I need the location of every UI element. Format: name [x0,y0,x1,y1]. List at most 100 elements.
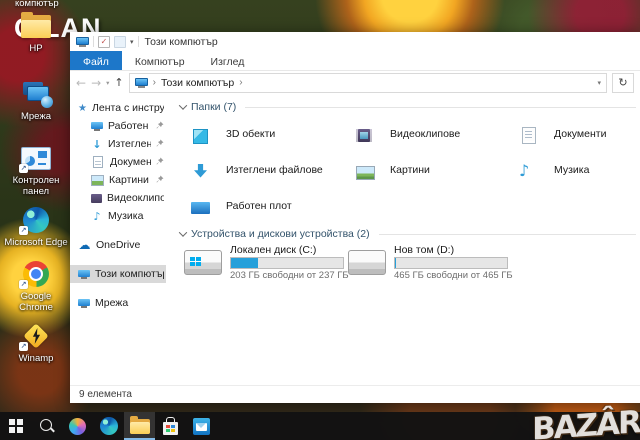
ribbon-tabs: Файл Компютър Изглед [70,51,640,71]
back-button[interactable]: ← [76,77,86,89]
taskbar-edge-button[interactable] [93,412,124,440]
nav-network[interactable]: Мрежа [70,294,166,312]
tab-view[interactable]: Изглед [198,51,258,70]
desktop-icon-control-panel[interactable]: ↗ Контролен панел [3,144,69,198]
forward-button[interactable]: → [91,77,101,89]
edge-icon: ↗ [19,206,52,235]
properties-button[interactable]: ✓ [98,35,110,48]
group-header-folders[interactable]: Папки (7) [178,99,636,115]
taskbar-store-button[interactable] [155,412,186,440]
nav-music[interactable]: ♪ Музика [70,207,166,225]
documents-icon [93,156,103,168]
taskbar-mail-button[interactable] [186,412,217,440]
desktop-icon-winamp[interactable]: ↗ Winamp [3,322,69,364]
desktop-icon-label: Контролен панел [12,175,60,198]
address-dropdown[interactable]: ▾ [597,79,601,87]
nav-quick-access[interactable]: ★ Лента с инструменти [70,99,166,117]
copilot-icon [69,417,86,435]
desktop-icon-label: Winamp [18,353,54,364]
content-pane: Папки (7) 3D обекти Видеоклипове Докумен… [166,94,640,385]
nav-desktop[interactable]: Работен плот [70,117,166,135]
chrome-icon: ↗ [19,260,52,289]
videos-icon [91,193,102,203]
title-bar[interactable]: ✓ ▾ Този компютър [70,32,640,51]
folder-tile-videos[interactable]: Видеоклипове [348,116,512,152]
videos-folder-icon [348,122,381,147]
music-folder-icon: ♪ [519,160,530,180]
folder-tile-3d-objects[interactable]: 3D обекти [184,116,348,152]
pictures-folder-icon [348,158,381,183]
breadcrumb-separator: › [239,77,243,88]
bazar-logo: BAZÂR [532,404,640,440]
nav-downloads[interactable]: ↓ Изтеглени файл [70,135,166,153]
folder-tile-downloads[interactable]: Изтеглени файлове [184,152,348,188]
address-bar[interactable]: › Този компютър › ▾ [128,72,607,93]
nav-videos[interactable]: Видеоклипове [70,189,166,207]
hard-drive-icon [348,249,386,275]
desktop-icon-label: HP [29,43,43,54]
shortcut-arrow-icon: ↗ [19,342,28,351]
control-panel-icon: ↗ [19,144,52,173]
folders-grid: 3D обекти Видеоклипове Документи Изтегле… [184,116,636,224]
drive-tile-c[interactable]: Локален диск (C:) 203 ГБ свободни от 237… [184,244,349,281]
desktop-icon-hp[interactable]: HP [3,11,69,54]
divider [93,36,94,47]
window-title: Този компютър [144,35,218,48]
desktop-icon-label: Мрежа [20,111,51,122]
pictures-icon [91,174,104,186]
shortcut-arrow-icon: ↗ [19,164,28,173]
3d-objects-folder-icon [184,122,217,147]
breadcrumb-this-pc[interactable]: Този компютър [161,77,234,89]
desktop: компютър C.LAN HP Мрежа ↗ Контролен пане… [0,0,640,440]
microsoft-store-icon [163,416,178,435]
explorer-window: ✓ ▾ Този компютър Файл Компютър Изглед ←… [70,32,640,403]
start-button[interactable] [0,412,31,440]
pin-icon [156,120,164,132]
chevron-down-icon [178,101,188,110]
folder-tile-desktop[interactable]: Работен плот [184,188,348,224]
divider [137,36,139,47]
folder-tile-pictures[interactable]: Картини [348,152,512,188]
tab-file[interactable]: Файл [70,51,122,70]
navigation-pane: ★ Лента с инструменти Работен плот ↓ Изт… [70,94,166,385]
desktop-icon-label: Google Chrome [19,291,53,314]
folder-tile-music[interactable]: ♪ Музика [512,152,636,188]
windows-logo-icon [8,419,23,433]
capacity-bar [394,256,508,269]
this-pc-icon [78,269,90,279]
divider [378,233,636,235]
nav-documents[interactable]: Документи [70,153,166,171]
item-count: 9 елемента [79,389,132,400]
drive-tile-d[interactable]: Нов том (D:) 465 ГБ свободни от 465 ГБ [348,244,636,281]
music-icon: ♪ [93,209,101,223]
winamp-icon: ↗ [19,322,52,351]
nav-onedrive[interactable]: ☁ OneDrive [70,236,166,254]
search-icon [39,418,55,434]
drives-grid: Локален диск (C:) 203 ГБ свободни от 237… [184,244,636,281]
history-dropdown[interactable]: ▾ [106,79,109,87]
folder-icon [21,11,51,38]
desktop-icon-network[interactable]: Мрежа [3,80,69,122]
taskbar-search-button[interactable] [31,412,62,440]
up-button[interactable]: ↑ [114,77,123,88]
this-pc-icon [134,77,148,88]
folder-tile-documents[interactable]: Документи [512,116,636,152]
divider [245,106,636,108]
hard-drive-icon [184,249,222,275]
desktop-icon-chrome[interactable]: ↗ Google Chrome [3,260,69,314]
quick-access-toolbar-dropdown[interactable]: ▾ [130,38,134,46]
taskbar-file-explorer-button[interactable] [124,412,155,440]
desktop-icon-edge[interactable]: ↗ Microsoft Edge [3,206,69,248]
group-header-devices[interactable]: Устройства и дискови устройства (2) [178,226,636,242]
tab-computer[interactable]: Компютър [122,51,198,70]
desktop-icon [91,121,103,131]
taskbar-copilot-button[interactable] [62,412,93,440]
capacity-bar [230,256,344,269]
nav-this-pc[interactable]: Този компютър [70,265,166,283]
refresh-button[interactable]: ↻ [612,72,634,93]
new-folder-button[interactable] [114,35,126,48]
downloads-icon: ↓ [92,137,102,151]
nav-pictures[interactable]: Картини [70,171,166,189]
pin-icon [156,138,164,150]
status-bar: 9 елемента [70,385,640,403]
